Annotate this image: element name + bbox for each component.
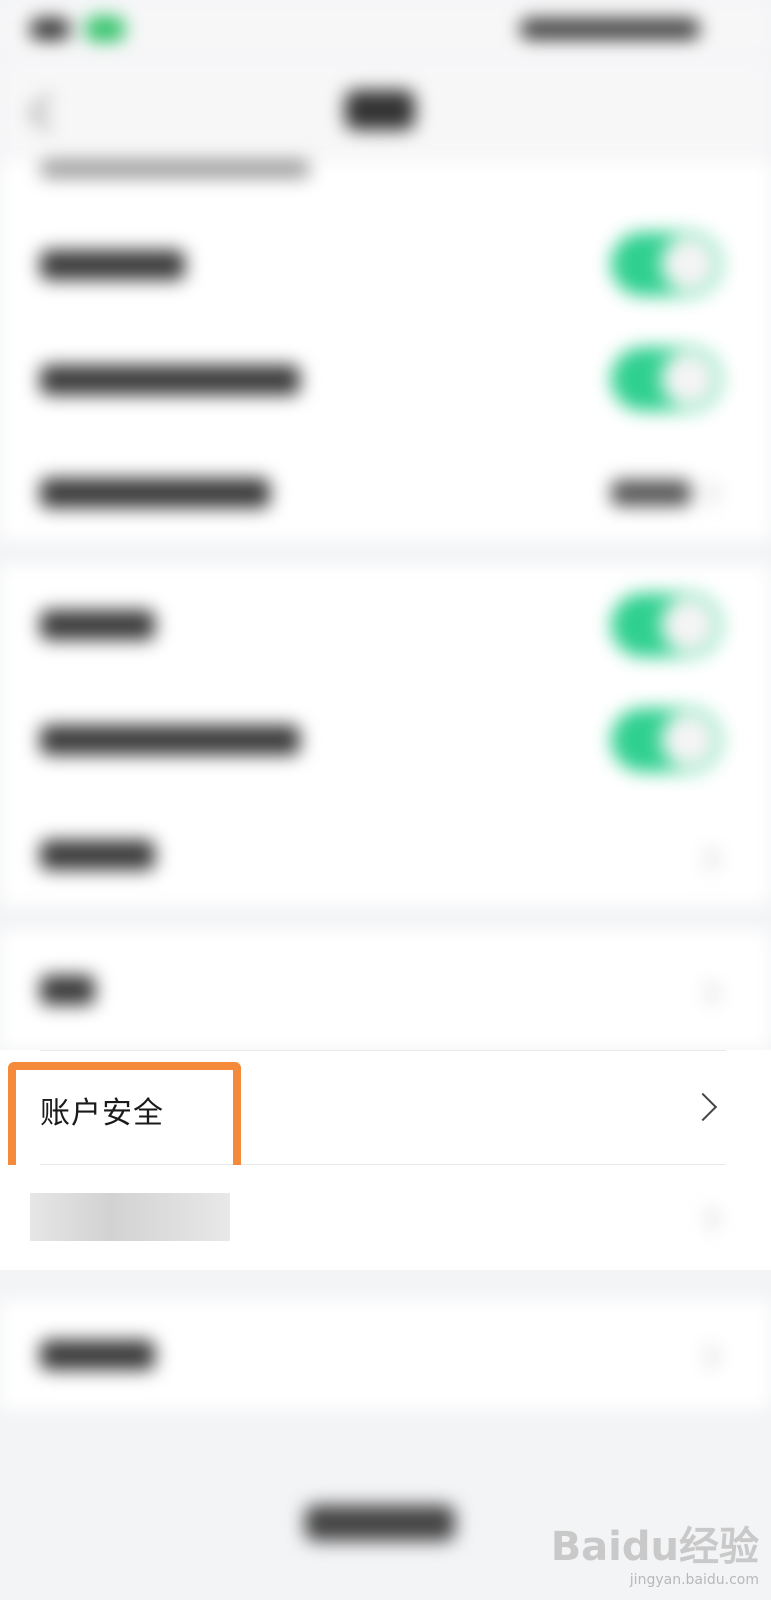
settings-row-toggle[interactable]	[0, 680, 771, 795]
settings-row-link[interactable]	[0, 930, 771, 1050]
back-arrow-icon[interactable]	[29, 94, 67, 132]
settings-row	[0, 160, 771, 190]
divider	[40, 1050, 726, 1051]
battery-icon	[520, 18, 700, 40]
signal-icon	[30, 18, 70, 40]
row-label	[40, 840, 155, 870]
bottom-button[interactable]	[305, 1505, 455, 1541]
chevron-right-icon	[695, 846, 720, 871]
row-label	[40, 250, 185, 280]
toggle-knob	[661, 712, 717, 768]
row-label	[40, 1340, 155, 1370]
chevron-right-icon	[688, 1092, 718, 1122]
toggle-switch[interactable]	[611, 347, 721, 411]
status-bar	[0, 0, 771, 60]
app-header	[0, 60, 771, 160]
settings-section-4	[0, 1300, 771, 1410]
settings-section-1	[0, 160, 771, 540]
settings-row-link[interactable]	[0, 1300, 771, 1410]
watermark: Baidu经验 jingyan.baidu.com	[551, 1514, 759, 1588]
watermark-url: jingyan.baidu.com	[629, 1572, 759, 1588]
settings-row-pixelated[interactable]	[0, 1165, 771, 1270]
row-value	[611, 480, 691, 506]
chevron-right-icon	[695, 1206, 720, 1231]
settings-section-3-top	[0, 930, 771, 1050]
settings-row-toggle[interactable]	[0, 325, 771, 435]
network-icon	[85, 16, 125, 42]
row-label	[40, 478, 270, 508]
toggle-knob	[661, 351, 717, 407]
pixelated-label	[30, 1193, 230, 1241]
settings-row-toggle[interactable]	[0, 565, 771, 680]
row-label	[40, 610, 155, 640]
settings-row-value[interactable]	[0, 440, 771, 540]
toggle-switch[interactable]	[611, 708, 721, 772]
row-label	[40, 365, 300, 395]
settings-row-link[interactable]	[0, 795, 771, 905]
toggle-knob	[661, 236, 717, 292]
page-title	[345, 90, 415, 130]
row-description	[40, 160, 310, 178]
settings-row-toggle[interactable]	[0, 210, 771, 320]
row-label	[40, 725, 300, 755]
highlight-box	[8, 1062, 241, 1181]
settings-section-2	[0, 565, 771, 905]
toggle-knob	[661, 597, 717, 653]
row-label	[40, 975, 95, 1005]
toggle-switch[interactable]	[611, 593, 721, 657]
chevron-right-icon	[695, 1344, 720, 1369]
chevron-right-icon	[695, 481, 720, 506]
toggle-switch[interactable]	[611, 232, 721, 296]
chevron-right-icon	[695, 981, 720, 1006]
watermark-brand: Baidu经验	[550, 1524, 759, 1570]
